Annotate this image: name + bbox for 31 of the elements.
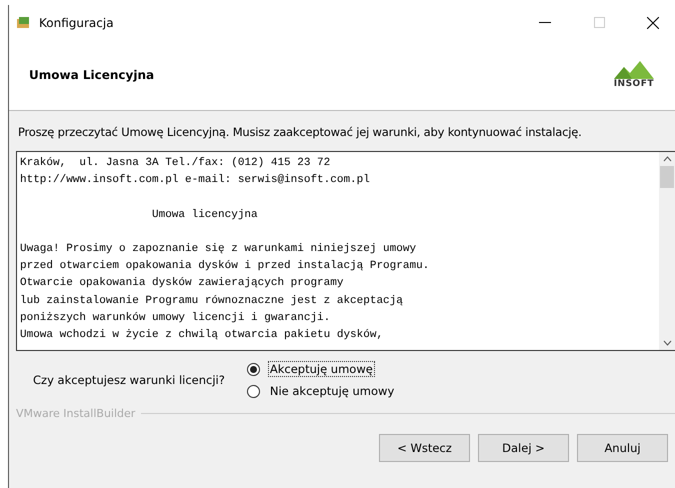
license-line: Uwaga! Prosimy o zapoznanie się z warunkami niniejszej umowy [20,242,416,257]
license-line: lub zainstalowanie Programu równoznaczne jest z akceptacją [20,294,403,308]
license-line: Kraków, ul. Jasna 3A Tel./fax: (012) 415 23 72 [20,156,330,171]
license-text-area[interactable] [16,151,675,351]
close-icon [647,16,659,28]
minimize-icon [539,22,551,23]
license-line: Umowa wchodzi w życie z chwilą otwarcia pakietu dysków, [20,328,384,343]
question-label: Czy akceptujesz warunki licencji? [33,373,225,387]
window-title: Konfiguracja [39,16,115,30]
nav-button[interactable]: Anuluj [577,434,668,462]
app-icon [17,16,31,28]
nav-button[interactable]: < Wstecz [379,434,470,462]
scroll-up-icon[interactable] [662,156,672,162]
scroll-down-icon[interactable] [662,340,672,346]
license-line: przed otwarciem opakowania dysków i przed instalacją Programu. [20,259,430,274]
brand-label: VMware InstallBuilder [16,407,136,420]
radio-circle[interactable] [246,384,260,398]
mountain-logo-icon [614,61,654,79]
nav-button[interactable]: Dalej > [478,434,569,462]
license-line: Otwarcie opakowania dysków zawierających programy [20,276,344,292]
license-heading: Umowa licencyjna [152,208,258,223]
scrollbar-thumb[interactable] [660,166,674,188]
license-line: http://www.insoft.com.pl e-mail: serwis@insoft.com.pl [20,173,370,188]
logo-text: INSOFT [614,79,654,89]
page-title: Umowa Licencyjna [29,68,154,82]
radio-option[interactable]: Nie akceptuję umowy [246,383,396,399]
radio-circle[interactable] [246,362,260,376]
intro-text: Proszę przeczytać Umowę Licencyjną. Musisz zaakceptować jej warunki, aby kontynuować instalację. [18,125,583,139]
license-line: poniższych warunków umowy licencji i gwarancji. [20,310,330,326]
maximize-icon [594,17,604,28]
scrollbar[interactable] [659,152,675,350]
